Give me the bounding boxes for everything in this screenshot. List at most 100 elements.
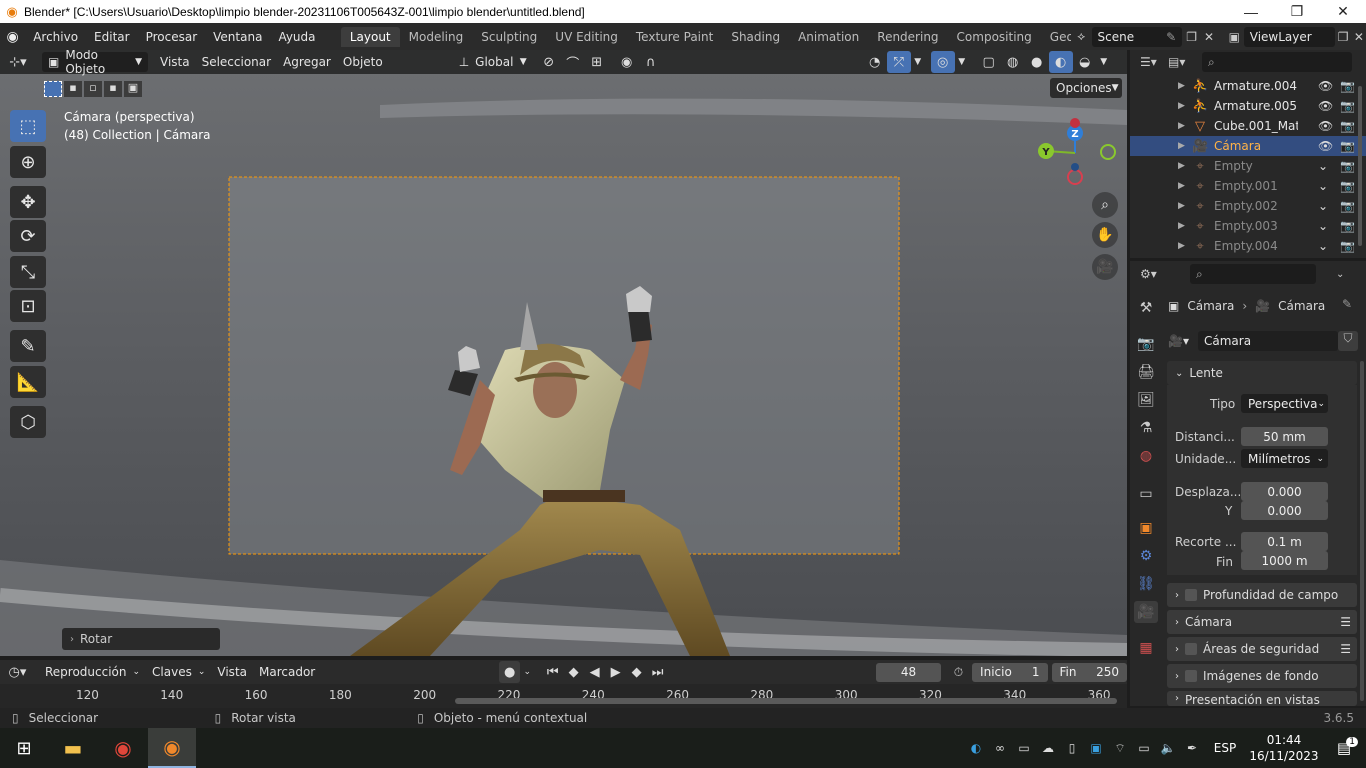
material-shading-icon[interactable]: ◐: [1048, 51, 1073, 73]
overlays-icon[interactable]: ◎: [930, 51, 955, 73]
minimize-button[interactable]: —: [1228, 0, 1274, 23]
timeline[interactable]: ◷▾ Reproducción ⌄ Claves ⌄ Vista Marcador …: [0, 660, 1127, 708]
next-keyframe-icon[interactable]: ◆: [626, 661, 647, 683]
display-mode-icon[interactable]: ▤▾: [1168, 55, 1196, 69]
viewport-display-panel-header[interactable]: › Presentación en vistas: [1167, 691, 1357, 706]
select-new-icon[interactable]: [44, 81, 62, 97]
duplicate-viewlayer-icon[interactable]: ❐: [1335, 30, 1352, 44]
expand-triangle-icon[interactable]: ▶: [1178, 201, 1185, 211]
camera-datablock-selector[interactable]: 🎥▾ Cámara ⛉: [1168, 331, 1358, 351]
pin-icon[interactable]: ✎: [1342, 297, 1352, 311]
current-frame-field[interactable]: 48: [876, 662, 941, 682]
expand-triangle-icon[interactable]: ▶: [1178, 221, 1185, 231]
render-camera-icon[interactable]: 📷: [1340, 219, 1355, 233]
properties-scrollbar[interactable]: [1360, 361, 1364, 701]
xray-icon[interactable]: ▢: [977, 51, 1001, 73]
mode-selector[interactable]: ▣ Modo Objeto ▼: [42, 50, 148, 76]
onedrive-icon[interactable]: ☁: [1036, 741, 1060, 755]
select-subtract-icon[interactable]: ▫: [84, 81, 102, 97]
add-cube-tool[interactable]: ⬡: [10, 406, 46, 438]
outliner[interactable]: ☰▾ ▤▾ ⌕ ▶ ⛹ Armature.004 👁 📷 ▶ ⛹ Armature.005 👁 📷…: [1130, 50, 1366, 258]
tray-app-icon[interactable]: ◐: [964, 741, 988, 755]
last-operator-panel[interactable]: › Rotar: [62, 628, 220, 650]
visibility-icon[interactable]: ◔: [863, 51, 887, 73]
tray-link-icon[interactable]: ∞: [988, 741, 1012, 755]
volume-icon[interactable]: 🔈: [1156, 741, 1180, 755]
notifications-icon[interactable]: ▤ 1: [1322, 737, 1366, 757]
shift-x-field[interactable]: 0.000: [1241, 482, 1328, 501]
snap-increment-icon[interactable]: ⊞: [585, 51, 609, 73]
output-tab-icon[interactable]: 🖨: [1134, 361, 1158, 383]
remove-scene-icon[interactable]: ✕: [1201, 30, 1217, 44]
menu-seleccionar[interactable]: Seleccionar: [196, 52, 277, 72]
render-camera-icon[interactable]: 📷: [1340, 199, 1355, 213]
eye-icon[interactable]: 👁: [1318, 79, 1333, 93]
outliner-row[interactable]: ▶ ⌖ Empty.004 ⌄ 📷: [1130, 236, 1366, 256]
chevron-down-icon[interactable]: ▼: [1097, 51, 1111, 73]
tab-layout[interactable]: Layout: [340, 26, 400, 47]
list-icon[interactable]: ☰: [1340, 615, 1351, 629]
outliner-search-input[interactable]: ⌕: [1202, 52, 1352, 72]
cursor-tool[interactable]: ⊕: [10, 146, 46, 178]
proportional-edit-icon[interactable]: ◉: [615, 51, 639, 73]
expand-triangle-icon[interactable]: ▶: [1178, 121, 1185, 131]
wifi-icon[interactable]: ⌔: [1108, 741, 1132, 756]
safe-areas-panel-header[interactable]: › Áreas de seguridad ☰: [1167, 637, 1357, 661]
properties-search-input[interactable]: ⌕: [1190, 264, 1316, 284]
clip-end-field[interactable]: 1000 m: [1241, 551, 1328, 570]
falloff-icon[interactable]: ∩: [639, 51, 663, 73]
battery-icon[interactable]: ▭: [1132, 741, 1156, 755]
remove-viewlayer-icon[interactable]: ✕: [1352, 30, 1366, 44]
shift-y-field[interactable]: 0.000: [1241, 501, 1328, 520]
camera-data-tab-icon[interactable]: 🎥: [1134, 601, 1158, 623]
timeline-editor-icon[interactable]: ◷▾: [0, 661, 35, 683]
chevron-down-icon[interactable]: ▼: [911, 51, 925, 73]
outliner-row[interactable]: ▶ ⌖ Empty.003 ⌄ 📷: [1130, 216, 1366, 236]
eye-closed-icon[interactable]: ⌄: [1318, 159, 1328, 173]
menu-vista[interactable]: Vista: [154, 52, 196, 72]
solid-shading-icon[interactable]: ●: [1025, 51, 1049, 73]
render-tab-icon[interactable]: 📷: [1134, 333, 1158, 355]
eye-closed-icon[interactable]: ⌄: [1318, 199, 1328, 213]
windows-start-icon[interactable]: ⊞: [0, 738, 48, 759]
outliner-editor-icon[interactable]: ☰▾: [1140, 55, 1168, 69]
chrome-icon[interactable]: ◉: [98, 736, 148, 760]
expand-triangle-icon[interactable]: ▶: [1178, 241, 1185, 251]
properties-editor-icon[interactable]: ⚙▾: [1140, 267, 1170, 281]
scene-selector-icon[interactable]: ⟡: [1071, 29, 1091, 44]
eye-icon[interactable]: 👁: [1318, 119, 1333, 133]
render-camera-icon[interactable]: 📷: [1340, 119, 1355, 133]
clip-start-field[interactable]: 0.1 m: [1241, 532, 1328, 551]
render-camera-icon[interactable]: 📷: [1340, 179, 1355, 193]
close-button[interactable]: ✕: [1320, 0, 1366, 23]
eye-closed-icon[interactable]: ⌄: [1318, 239, 1328, 253]
wireframe-shading-icon[interactable]: ◍: [1001, 51, 1025, 73]
navigation-gizmo[interactable]: Z Y: [1030, 115, 1125, 190]
world-tab-icon[interactable]: ◍: [1134, 445, 1158, 467]
modifiers-tab-icon[interactable]: ⚙: [1134, 545, 1158, 567]
transform-tool[interactable]: ⊡: [10, 290, 46, 322]
blender-taskbar-icon[interactable]: ◉: [148, 728, 196, 768]
transform-orientation-selector[interactable]: ⊥ Global ▼: [453, 52, 533, 72]
move-tool[interactable]: ✥: [10, 186, 46, 218]
clock[interactable]: 01:44 16/11/2023: [1246, 732, 1322, 764]
editor-type-icon[interactable]: ⊹▾: [0, 51, 36, 73]
outliner-row[interactable]: ▶ ⌖ Empty.002 ⌄ 📷: [1130, 196, 1366, 216]
tab-uv-editing[interactable]: UV Editing: [546, 27, 627, 47]
eye-icon[interactable]: 👁: [1318, 99, 1333, 113]
maximize-button[interactable]: ❐: [1274, 0, 1320, 23]
chevron-down-icon[interactable]: ⌄: [1336, 269, 1344, 280]
outliner-row[interactable]: ▶ ⛹ Armature.005 👁 📷: [1130, 96, 1366, 116]
object-tab-icon[interactable]: ▣: [1134, 517, 1158, 539]
snap-icon[interactable]: ⌒: [561, 51, 585, 73]
render-camera-icon[interactable]: 📷: [1340, 79, 1355, 93]
collection-tab-icon[interactable]: ▭: [1134, 483, 1158, 505]
scale-tool[interactable]: ⤡: [10, 256, 46, 288]
menu-marcador[interactable]: Marcador: [253, 662, 321, 682]
tab-rendering[interactable]: Rendering: [868, 27, 947, 47]
outliner-scrollbar[interactable]: [1358, 86, 1362, 246]
zoom-icon[interactable]: ⌕: [1092, 192, 1118, 218]
datablock-name-field[interactable]: Cámara: [1198, 331, 1338, 351]
menu-claves[interactable]: Claves ⌄: [146, 662, 211, 682]
blender-menu-icon[interactable]: ◉: [0, 29, 25, 45]
